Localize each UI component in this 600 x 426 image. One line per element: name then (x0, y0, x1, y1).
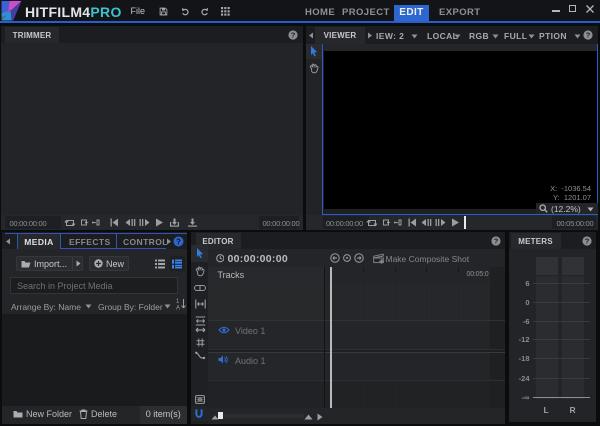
svg-text:?: ? (176, 237, 181, 246)
svg-text:1: 1 (176, 299, 180, 305)
svg-text:?: ? (291, 31, 296, 40)
svg-text:?: ? (493, 237, 498, 246)
svg-text:?: ? (586, 31, 591, 40)
svg-text:A: A (176, 306, 180, 311)
svg-text:?: ? (584, 237, 589, 246)
